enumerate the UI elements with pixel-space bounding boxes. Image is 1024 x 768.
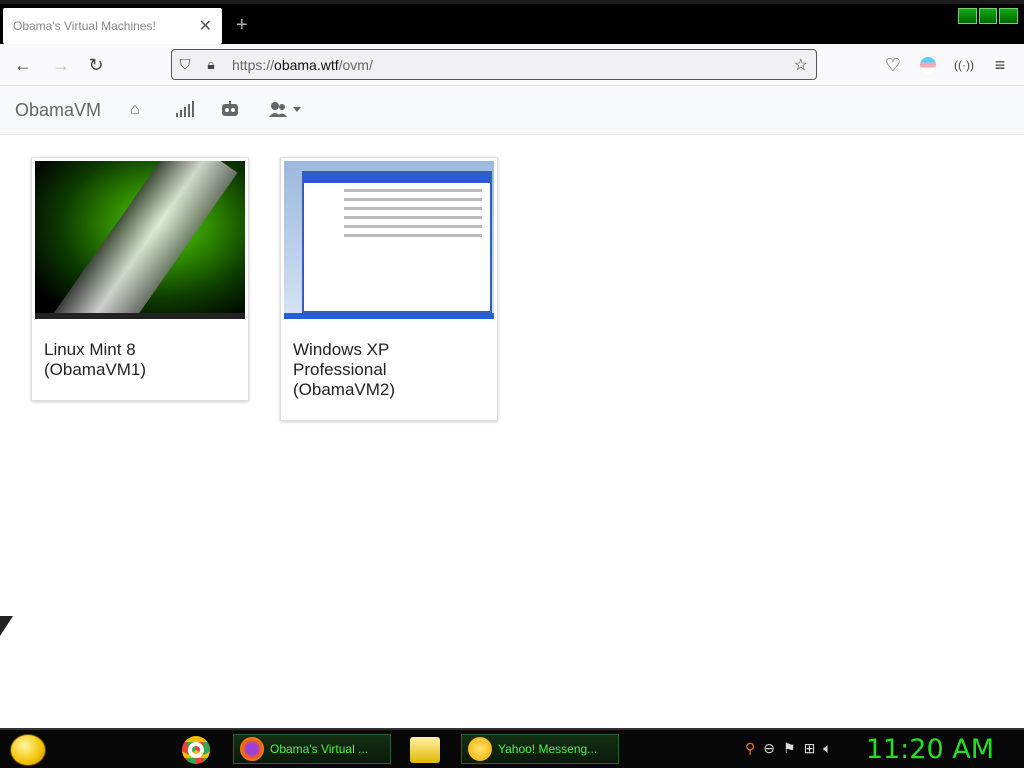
search-icon[interactable]: ⚲ xyxy=(745,740,755,757)
vm-screenshot-linux-mint[interactable] xyxy=(35,161,245,319)
bookmark-star-icon[interactable]: ☆ xyxy=(794,55,808,75)
window-controls[interactable] xyxy=(958,8,1019,24)
mouse-cursor-icon xyxy=(0,616,13,636)
new-tab-button[interactable]: + xyxy=(236,14,248,37)
account-icon[interactable] xyxy=(915,52,941,78)
users-dropdown-icon[interactable] xyxy=(269,101,301,122)
robot-icon[interactable] xyxy=(221,101,239,122)
taskbar-firefox-button[interactable]: Obama's Virtual ... xyxy=(233,734,391,764)
taskbar: Obama's Virtual ... Yahoo! Messeng... ⚲ … xyxy=(0,728,1024,768)
status-icon[interactable]: ⊖ xyxy=(763,740,775,757)
extension-icon[interactable]: ((·)) xyxy=(951,52,977,78)
browser-tab[interactable]: Obama's Virtual Machines! ✕ xyxy=(3,8,222,44)
menu-icon[interactable]: ≡ xyxy=(987,52,1013,78)
home-icon[interactable]: ⌂ xyxy=(130,101,140,119)
shield-icon[interactable]: ⛉ xyxy=(172,56,198,73)
chrome-icon[interactable] xyxy=(182,734,210,766)
firefox-icon xyxy=(240,737,264,761)
browser-toolbar: ← → ↻ ⛉ 🔒︎ https://obama.wtf/ovm/ ☆ ♡ ((… xyxy=(0,44,1024,86)
vm-screenshot-windows-xp[interactable] xyxy=(284,161,494,319)
close-tab-icon[interactable]: ✕ xyxy=(199,16,212,36)
flag-icon[interactable]: ⚑ xyxy=(783,740,796,757)
tab-bar: Obama's Virtual Machines! ✕ + xyxy=(0,0,1024,44)
stats-icon[interactable] xyxy=(176,101,194,122)
back-arrow-icon[interactable]: ← xyxy=(10,52,36,78)
vm-card[interactable]: Linux Mint 8 (ObamaVM1) xyxy=(31,157,249,401)
tab-title: Obama's Virtual Machines! xyxy=(13,19,156,33)
taskbar-yahoo-label: Yahoo! Messeng... xyxy=(498,742,598,756)
yahoo-messenger-icon xyxy=(468,737,492,761)
clock[interactable]: 11:20 AM xyxy=(866,734,994,765)
url-text: https://obama.wtf/ovm/ xyxy=(232,56,373,73)
taskbar-firefox-label: Obama's Virtual ... xyxy=(270,742,369,756)
address-bar[interactable]: ⛉ 🔒︎ https://obama.wtf/ovm/ ☆ xyxy=(171,49,817,80)
site-navbar: ObamaVM ⌂ xyxy=(0,87,1024,135)
vm-caption: Windows XP Professional (ObamaVM2) xyxy=(293,340,396,399)
pocket-icon[interactable]: ♡ xyxy=(880,52,906,78)
forward-arrow-icon[interactable]: → xyxy=(48,52,74,78)
start-smiley-icon[interactable] xyxy=(10,734,46,766)
site-brand[interactable]: ObamaVM xyxy=(15,100,101,121)
reload-icon[interactable]: ↻ xyxy=(83,52,109,78)
folder-icon[interactable] xyxy=(410,734,440,766)
taskbar-yahoo-button[interactable]: Yahoo! Messeng... xyxy=(461,734,619,764)
volume-icon[interactable]: 🔈︎ xyxy=(823,740,831,757)
vm-card[interactable]: Windows XP Professional (ObamaVM2) xyxy=(280,157,498,421)
network-icon[interactable]: ⊞ xyxy=(804,740,816,757)
vm-caption: Linux Mint 8 (ObamaVM1) xyxy=(44,340,147,379)
lock-icon[interactable]: 🔒︎ xyxy=(198,56,224,73)
system-tray: ⚲ ⊖ ⚑ ⊞ 🔈︎ xyxy=(745,740,832,757)
